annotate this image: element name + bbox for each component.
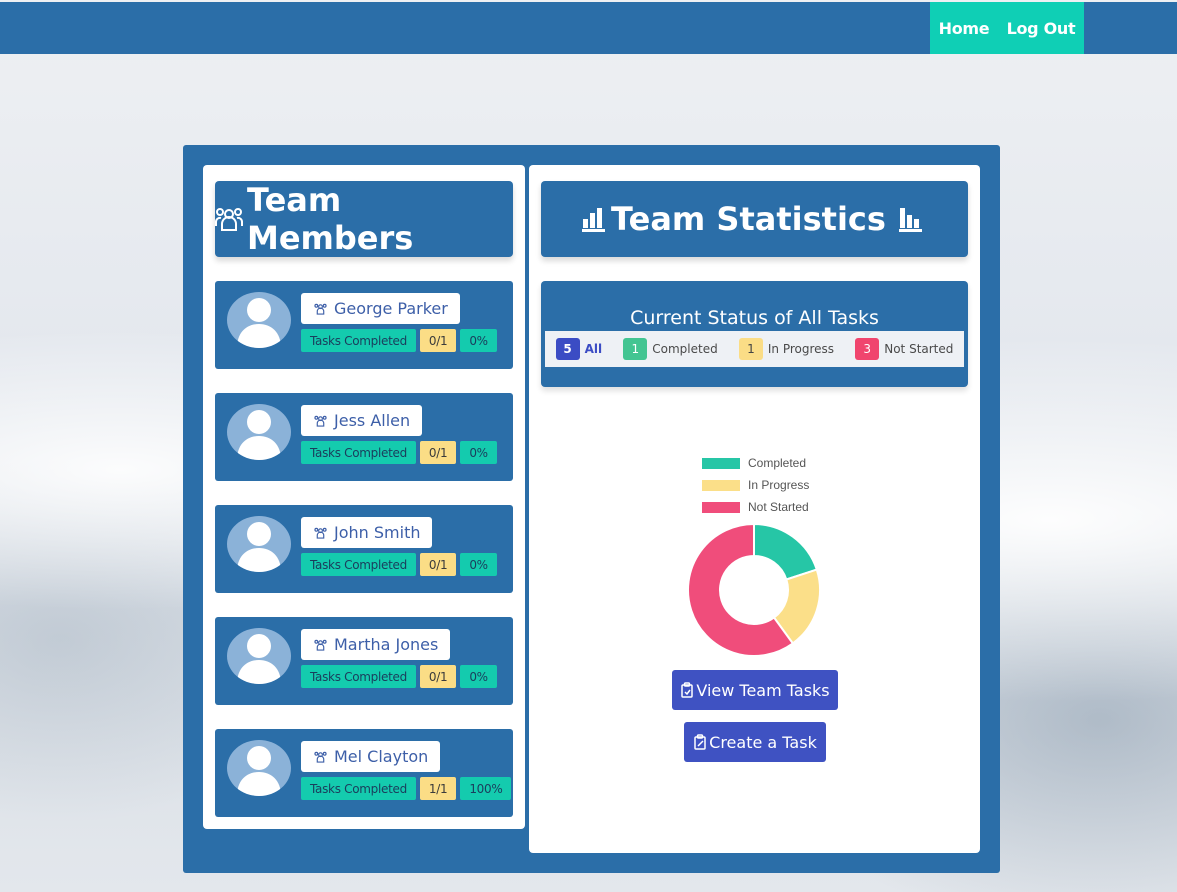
legend-item[interactable]: Completed xyxy=(702,452,809,474)
member-name: John Smith xyxy=(334,523,421,542)
team-icon xyxy=(314,415,327,427)
create-task-button[interactable]: Create a Task xyxy=(684,722,826,762)
status-in-progress-count: 1 xyxy=(738,338,763,360)
clipboard-pen-icon xyxy=(694,734,706,750)
member-name-button[interactable]: Mel Clayton xyxy=(301,741,441,772)
team-statistics-title: Team Statistics xyxy=(611,200,886,238)
legend-label: Completed xyxy=(748,456,807,470)
tasks-completed-badge: Tasks Completed xyxy=(301,553,416,576)
member-badges: Tasks Completed 0/1 0% xyxy=(301,329,497,352)
tasks-completed-badge: Tasks Completed xyxy=(301,441,416,464)
task-status-donut-chart xyxy=(687,522,821,657)
team-members-title: Team Members xyxy=(247,181,414,257)
team-icon xyxy=(314,527,327,539)
member-name: George Parker xyxy=(334,299,448,318)
tasks-count-badge: 0/1 xyxy=(419,553,457,576)
task-status-summary: Current Status of All Tasks 5 All 1 Comp… xyxy=(541,281,968,387)
status-title: Current Status of All Tasks xyxy=(630,307,879,329)
member-badges: Tasks Completed 0/1 0% xyxy=(301,665,497,688)
home-link[interactable]: Home xyxy=(939,19,990,38)
member-name: Mel Clayton xyxy=(334,747,429,766)
member-card: George Parker Tasks Completed 0/1 0% xyxy=(215,281,513,369)
tasks-count-badge: 0/1 xyxy=(419,441,457,464)
avatar xyxy=(227,404,291,460)
member-card: Jess Allen Tasks Completed 0/1 0% xyxy=(215,393,513,481)
avatar xyxy=(227,516,291,572)
create-task-label: Create a Task xyxy=(709,732,817,752)
percent-badge: 0% xyxy=(460,441,497,464)
status-all-label: All xyxy=(584,342,603,356)
status-all: 5 All xyxy=(555,338,603,360)
top-navbar: Home Log Out xyxy=(0,2,1177,54)
tasks-count-badge: 0/1 xyxy=(419,665,457,688)
tasks-count-badge: 0/1 xyxy=(419,329,457,352)
bar-chart-icon-right xyxy=(898,206,924,232)
tasks-count-badge: 1/1 xyxy=(419,777,457,800)
status-not-started: 3 Not Started xyxy=(855,338,953,360)
member-card: Martha Jones Tasks Completed 0/1 0% xyxy=(215,617,513,705)
status-in-progress: 1 In Progress xyxy=(738,338,835,360)
clipboard-icon xyxy=(681,682,694,698)
status-all-count: 5 xyxy=(555,338,580,360)
member-name-button[interactable]: John Smith xyxy=(301,517,433,548)
avatar xyxy=(227,292,291,348)
member-badges: Tasks Completed 0/1 0% xyxy=(301,553,497,576)
status-not-started-count: 3 xyxy=(855,338,880,360)
legend-item[interactable]: Not Started xyxy=(702,496,809,518)
member-name-button[interactable]: George Parker xyxy=(301,293,460,324)
member-name: Jess Allen xyxy=(334,411,411,430)
tasks-completed-badge: Tasks Completed xyxy=(301,329,416,352)
legend-swatch xyxy=(702,479,740,491)
percent-badge: 0% xyxy=(460,553,497,576)
team-icon xyxy=(314,303,327,315)
team-icon xyxy=(314,639,327,651)
status-completed-label: Completed xyxy=(652,342,718,356)
member-badges: Tasks Completed 0/1 0% xyxy=(301,441,497,464)
tasks-completed-badge: Tasks Completed xyxy=(301,777,416,800)
member-name: Martha Jones xyxy=(334,635,439,654)
tasks-completed-badge: Tasks Completed xyxy=(301,665,416,688)
view-team-tasks-button[interactable]: View Team Tasks xyxy=(672,670,838,710)
member-badges: Tasks Completed 1/1 100% xyxy=(301,777,512,800)
legend-label: Not Started xyxy=(748,500,809,514)
avatar xyxy=(227,628,291,684)
chart-legend: Completed In Progress Not Started xyxy=(702,452,809,518)
percent-badge: 0% xyxy=(460,329,497,352)
status-not-started-label: Not Started xyxy=(884,342,954,356)
status-in-progress-label: In Progress xyxy=(767,342,835,356)
logout-link[interactable]: Log Out xyxy=(1007,19,1076,38)
view-team-tasks-label: View Team Tasks xyxy=(696,680,830,700)
legend-swatch xyxy=(702,457,740,469)
team-statistics-heading: Team Statistics xyxy=(541,181,968,257)
status-completed: 1 Completed xyxy=(623,338,718,360)
team-members-heading: Team Members xyxy=(215,181,513,257)
legend-label: In Progress xyxy=(748,478,810,492)
status-row: 5 All 1 Completed 1 In Progress 3 Not St… xyxy=(545,331,964,367)
bar-chart-icon xyxy=(581,206,607,232)
avatar xyxy=(227,740,291,796)
member-name-button[interactable]: Jess Allen xyxy=(301,405,423,436)
team-icon xyxy=(314,751,327,763)
member-card: Mel Clayton Tasks Completed 1/1 100% xyxy=(215,729,513,817)
team-icon xyxy=(215,206,243,232)
donut-slice-completed[interactable] xyxy=(753,522,819,581)
percent-badge: 100% xyxy=(460,777,512,800)
member-name-button[interactable]: Martha Jones xyxy=(301,629,451,660)
nav-links: Home Log Out xyxy=(930,2,1084,54)
legend-swatch xyxy=(702,501,740,513)
status-completed-count: 1 xyxy=(623,338,648,360)
percent-badge: 0% xyxy=(460,665,497,688)
member-card: John Smith Tasks Completed 0/1 0% xyxy=(215,505,513,593)
legend-item[interactable]: In Progress xyxy=(702,474,809,496)
